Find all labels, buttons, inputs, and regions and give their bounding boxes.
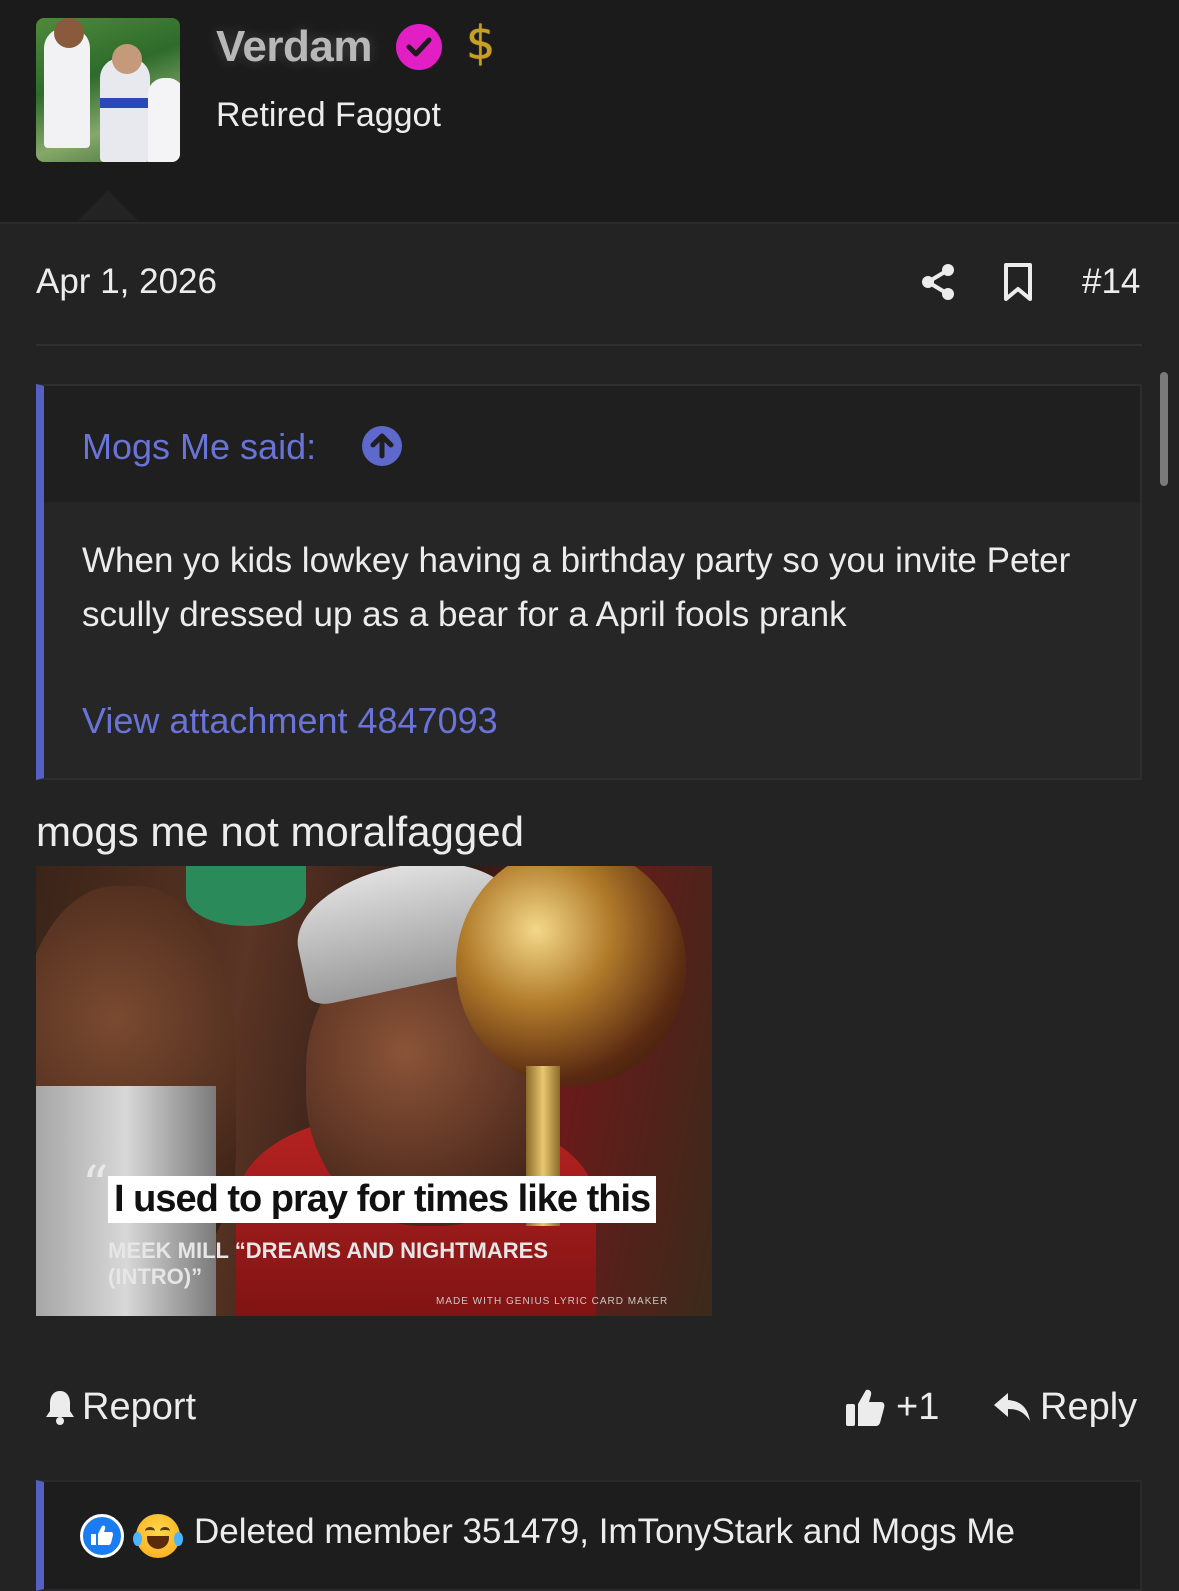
like-reaction-icon <box>80 1514 124 1558</box>
quote-text: When yo kids lowkey having a birthday pa… <box>82 541 1071 634</box>
attachment-link[interactable]: View attachment 4847093 <box>82 700 498 742</box>
reply-label: Reply <box>1040 1385 1138 1428</box>
bookmark-icon[interactable] <box>1000 262 1036 302</box>
username[interactable]: Verdam <box>216 22 372 72</box>
laugh-reaction-icon <box>133 1514 183 1558</box>
reactions-text[interactable]: Deleted member 351479, ImTonyStark and M… <box>194 1512 1015 1552</box>
reactions-bar[interactable]: Deleted member 351479, ImTonyStark and M… <box>36 1480 1142 1591</box>
post-number-link[interactable]: #14 <box>1082 262 1140 302</box>
arrow-up-circle-icon[interactable] <box>362 426 402 466</box>
like-count: +1 <box>896 1385 940 1428</box>
thread-post: Verdam $ Retired Faggot Apr 1, 2026 #14 … <box>0 0 1179 1591</box>
post-date[interactable]: Apr 1, 2026 <box>36 262 217 302</box>
share-icon[interactable] <box>918 262 958 302</box>
scrollbar[interactable] <box>1160 372 1168 486</box>
reply-arrow-icon <box>994 1393 1030 1421</box>
header-pointer <box>78 190 138 220</box>
quote-header: Mogs Me said: <box>44 386 1140 502</box>
dollar-icon: $ <box>466 16 496 70</box>
user-title: Retired Faggot <box>216 96 441 134</box>
quote-block: Mogs Me said: When yo kids lowkey having… <box>36 384 1142 780</box>
report-label: Report <box>82 1385 197 1428</box>
verified-check-icon <box>396 24 442 70</box>
meme-watermark: MADE WITH GENIUS LYRIC CARD MAKER <box>436 1296 669 1307</box>
bell-icon <box>46 1391 74 1425</box>
divider <box>36 344 1142 346</box>
meme-quote-mark: “ <box>82 1156 109 1216</box>
quote-author[interactable]: Mogs Me said: <box>82 426 316 468</box>
meme-caption: I used to pray for times like this <box>108 1176 657 1223</box>
meme-image[interactable]: “ I used to pray for times like this MEE… <box>36 866 712 1316</box>
reply-button[interactable]: Reply <box>992 1384 1137 1430</box>
meme-credit: MEEK MILL “DREAMS AND NIGHTMARES (INTRO)… <box>108 1238 548 1289</box>
report-button[interactable]: Report <box>44 1384 196 1430</box>
post-message: mogs me not moralfagged <box>36 808 524 855</box>
like-button[interactable]: +1 <box>844 1384 939 1430</box>
avatar[interactable] <box>36 18 180 162</box>
thumbs-up-icon <box>846 1389 885 1426</box>
user-header: Verdam $ Retired Faggot <box>0 0 1179 224</box>
